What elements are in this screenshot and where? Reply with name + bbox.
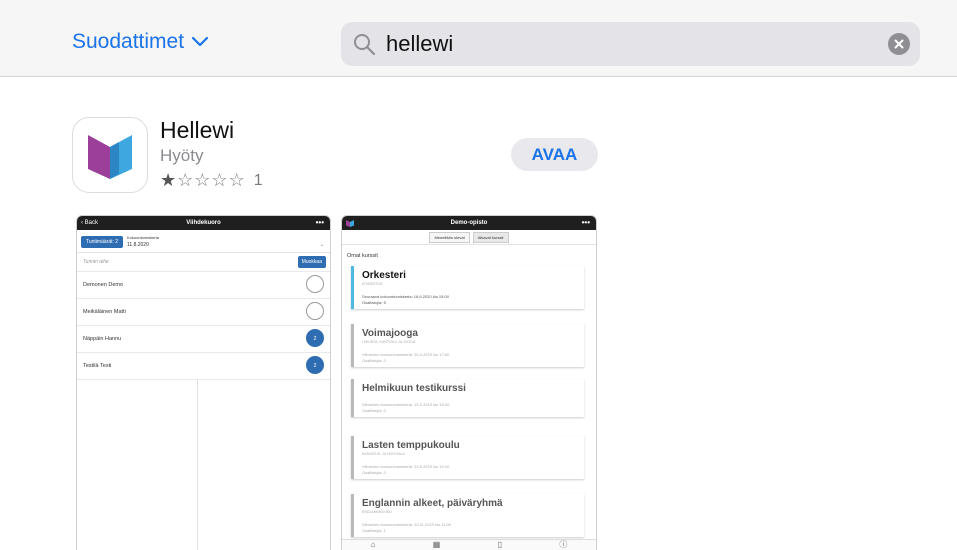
session-date: 11.8.2020	[127, 242, 149, 248]
star-filled-icon: ★	[160, 170, 178, 190]
hours-button: Tuntimäärät: 2	[81, 236, 124, 248]
split-view	[77, 380, 330, 550]
screenshot-2[interactable]: Demo-opisto ••• Menellään olevat Alkavat…	[341, 215, 597, 550]
top-bar: Suodattimet	[0, 0, 957, 77]
list-item: Testilä Testi 2	[77, 352, 330, 379]
home-icon: ⌂	[370, 540, 376, 549]
calendar-icon: ▦	[432, 540, 441, 549]
clear-search-button[interactable]	[888, 33, 910, 55]
filters-button[interactable]: Suodattimet	[72, 30, 209, 54]
star-empty-icon: ☆	[194, 170, 212, 190]
course-meta1: Viimeinen kokoontumiskerta: 15.2.2019 kl…	[362, 402, 450, 407]
more-icon: •••	[315, 218, 324, 227]
course-meta1: Seuraava kokoontumiskerta: 16.6.2020 klo…	[362, 294, 449, 299]
course-tabs: Menellään olevat Alkavat kurssit	[342, 230, 596, 245]
course-title: Helmikuun testikurssi	[362, 383, 466, 394]
attendee-name: Testilä Testi	[83, 363, 112, 369]
rating-stars: ★☆☆☆☆	[160, 170, 246, 191]
attendance-toggle: 2	[306, 329, 324, 347]
star-empty-icon: ☆	[228, 170, 246, 190]
course-meta2: Osallistujia: 0	[362, 358, 386, 363]
course-title: Englannin alkeet, päiväryhmä	[362, 498, 503, 509]
tab-upcoming: Alkavat kurssit	[472, 231, 509, 243]
attendee-name: Meikäläinen Matti	[83, 309, 126, 315]
search-input[interactable]	[386, 31, 866, 57]
info-icon: ⓘ	[559, 540, 568, 549]
tab-ongoing: Menellään olevat	[429, 231, 470, 243]
course-card: Lasten temppukoulu KASVATUS- JA HOITOALA V…	[351, 436, 584, 479]
star-empty-icon: ☆	[177, 170, 195, 190]
course-meta1: Viimeinen kokoontumiskerta: 23.5.2019 kl…	[362, 464, 450, 469]
attendance-toggle	[306, 302, 324, 320]
app-name[interactable]: Hellewi	[160, 117, 234, 144]
course-meta2: Osallistujia: 0	[362, 408, 386, 413]
search-field[interactable]	[341, 22, 920, 66]
session-label: Kokoontumiskerta	[127, 235, 160, 240]
attendance-toggle: 2	[306, 356, 324, 374]
list-item: Meikäläinen Matti	[77, 298, 330, 325]
course-card: Englannin alkeet, päiväryhmä ENGLANNIN KI…	[351, 494, 584, 537]
rating: ★☆☆☆☆ 1	[160, 170, 263, 191]
list-item: Demonen Demo	[77, 271, 330, 298]
screenshot-1[interactable]: ‹ Back Viihdekuoro ••• Tuntimäärät: 2 Ko…	[76, 215, 331, 550]
list-item: Näppäin Hannu 2	[77, 325, 330, 352]
nav-title: Demo-opisto	[450, 220, 488, 226]
course-sub: LIIKUNTA, KUNTOILU JA JOOGA	[362, 340, 416, 344]
app-category: Hyöty	[160, 146, 204, 165]
course-meta2: Osallistujia: 0	[362, 470, 386, 475]
course-card: Helmikuun testikurssi Viimeinen kokoontum…	[351, 379, 584, 417]
search-icon	[354, 34, 376, 56]
more-icon: •••	[581, 218, 590, 227]
filters-label: Suodattimet	[72, 30, 185, 53]
chevron-down-icon: ⌄	[319, 242, 324, 248]
attendance-toggle	[306, 275, 324, 293]
app-icon[interactable]	[72, 117, 148, 193]
course-title: Orkesteri	[362, 270, 406, 281]
bottom-tab-bar: ⌂ ▦ ▯ ⓘ	[342, 539, 596, 550]
edit-button: Muokkaa	[297, 256, 326, 268]
star-empty-icon: ☆	[211, 170, 229, 190]
course-sub: ENGLANNIN KIELI	[362, 510, 392, 514]
rating-count: 1	[253, 171, 263, 189]
course-title: Voimajooga	[362, 328, 418, 339]
chevron-down-icon	[192, 37, 209, 47]
course-title: Lasten temppukoulu	[362, 440, 460, 451]
course-sub: KASVATUS- JA HOITOALA	[362, 452, 405, 456]
course-meta2: Osallistujia: 1	[362, 528, 386, 533]
course-meta1: Viimeinen kokoontumiskerta: 29.4.2019 kl…	[362, 352, 450, 357]
attendee-list: Demonen Demo Meikäläinen Matti Näppäin Han…	[77, 271, 330, 379]
attendee-name: Näppäin Hannu	[83, 336, 122, 342]
open-app-button[interactable]: AVAA	[511, 138, 598, 171]
close-icon	[894, 39, 904, 49]
attendee-name: Demonen Demo	[83, 282, 124, 288]
course-sub: KITARISTUS	[362, 282, 383, 286]
nav-bar: ‹ Back Viihdekuoro •••	[77, 216, 330, 230]
course-meta1: Viimeinen kokoontumiskerta: 20.11.2019 k…	[362, 522, 451, 527]
topic-placeholder: Tunnin aihe	[83, 259, 109, 265]
course-card: Voimajooga LIIKUNTA, KUNTOILU JA JOOGA Vii…	[351, 324, 584, 367]
clipboard-icon: ▯	[497, 540, 503, 549]
hellewi-logo-icon	[88, 135, 132, 179]
nav-title: Viihdekuoro	[186, 220, 221, 226]
course-card: Orkesteri KITARISTUS Seuraava kokoontumisk…	[351, 266, 584, 309]
topic-row: Tunnin aihe Muokkaa	[77, 252, 330, 271]
nav-bar: Demo-opisto •••	[342, 216, 596, 230]
session-header: Tuntimäärät: 2 Kokoontumiskerta 11.8.202…	[77, 230, 330, 252]
course-meta2: Osallistujia: 5	[362, 300, 386, 305]
section-title: Omat kurssit	[347, 253, 378, 259]
